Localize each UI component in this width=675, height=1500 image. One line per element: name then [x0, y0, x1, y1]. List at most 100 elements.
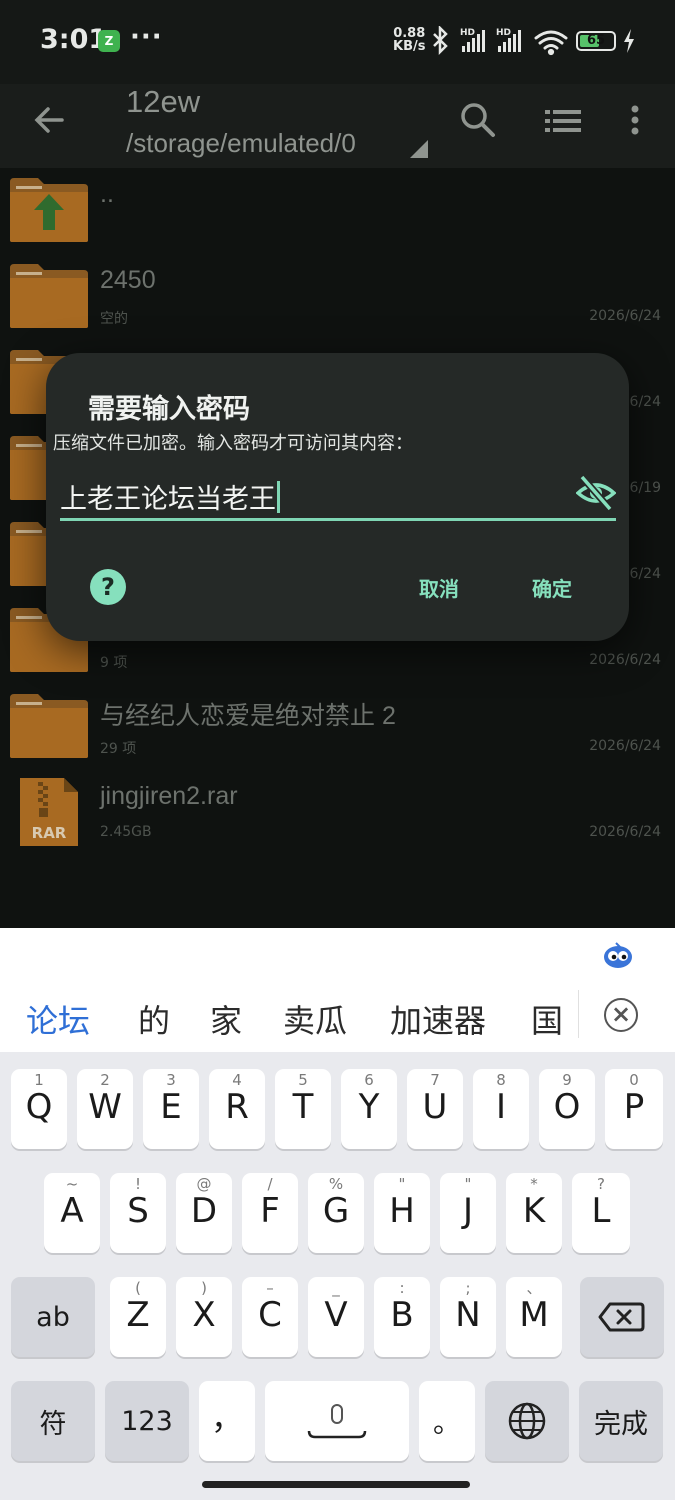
key-q[interactable]: 1Q: [11, 1069, 67, 1149]
folder-title: 12ew: [126, 84, 201, 119]
file-row[interactable]: 与经纪人恋爱是绝对禁止 2 29 项 2026/6/24: [0, 684, 675, 770]
close-candidates-icon[interactable]: ×: [604, 998, 638, 1032]
key-main: Y: [358, 1087, 380, 1127]
key-main: A: [60, 1191, 84, 1231]
search-icon[interactable]: [458, 100, 498, 140]
key-d[interactable]: @ D: [176, 1173, 232, 1253]
folder-path[interactable]: /storage/emulated/0: [126, 128, 356, 159]
candidate-word[interactable]: 国: [531, 996, 563, 1042]
candidate-word[interactable]: 加速器: [390, 996, 486, 1042]
password-dialog: 需要输入密码 压缩文件已加密。输入密码才可访问其内容： 上老王论坛当老王 ? 取…: [46, 353, 629, 641]
password-field-text[interactable]: 上老王论坛当老王: [60, 477, 280, 516]
svg-text:RAR: RAR: [32, 824, 67, 842]
key-main: K: [522, 1191, 546, 1231]
key-v[interactable]: _ V: [308, 1277, 364, 1357]
key-main: F: [260, 1191, 280, 1231]
network-speed: 0.88 KB/s: [393, 27, 425, 53]
key-h[interactable]: " H: [374, 1173, 430, 1253]
key-o[interactable]: 9O: [539, 1069, 595, 1149]
key-main: V: [324, 1295, 348, 1335]
candidate-word[interactable]: 卖瓜: [283, 996, 347, 1042]
app-notification-icon: Z: [98, 30, 120, 52]
svg-text:HD: HD: [496, 28, 511, 38]
key-z[interactable]: (Z: [110, 1277, 166, 1357]
file-name: 与经纪人恋爱是绝对禁止 2: [100, 702, 396, 730]
file-row-parent[interactable]: ..: [0, 168, 675, 254]
dialog-message: 压缩文件已加密。输入密码才可访问其内容：: [53, 433, 413, 454]
ime-mascot-icon[interactable]: [602, 940, 634, 970]
hd-signal-icon-2: HD: [496, 28, 521, 52]
key-main: I: [495, 1087, 507, 1127]
key-l[interactable]: ? L: [572, 1173, 630, 1253]
globe-icon: [508, 1402, 546, 1440]
folder-up-icon: [10, 178, 88, 242]
key-u[interactable]: 7U: [407, 1069, 463, 1149]
key-c[interactable]: – C: [242, 1277, 298, 1357]
help-button[interactable]: ?: [90, 569, 126, 605]
file-row[interactable]: 2450 空的 2026/6/24: [0, 254, 675, 340]
key-label: ab: [36, 1301, 70, 1333]
space-key[interactable]: [265, 1381, 409, 1461]
file-info: 2.45GB: [100, 824, 152, 840]
period-key[interactable]: 。: [419, 1381, 475, 1461]
key-main: S: [127, 1191, 149, 1231]
key-p[interactable]: 0P: [605, 1069, 663, 1149]
key-b[interactable]: :B: [374, 1277, 430, 1357]
candidate-word[interactable]: 家: [210, 996, 242, 1042]
file-name: jingjiren2.rar: [100, 782, 238, 810]
key-main: G: [322, 1191, 350, 1231]
key-t[interactable]: 5T: [275, 1069, 331, 1149]
key-r[interactable]: 4R: [209, 1069, 265, 1149]
key-main: O: [553, 1087, 581, 1127]
candidate-word[interactable]: 的: [138, 996, 170, 1042]
key-n[interactable]: ; N: [440, 1277, 496, 1357]
key-m[interactable]: 、 M: [506, 1277, 562, 1357]
folder-icon: [10, 264, 88, 328]
file-date: 2026/6/24: [589, 308, 661, 324]
rar-archive-icon: RAR: [20, 778, 78, 846]
key-label: 。: [432, 1406, 461, 1439]
key-a[interactable]: ~ A: [44, 1173, 100, 1253]
ime-keyboard: 论坛 的 家 卖瓜 加速器 国 × 1Q 2W 3E 4R 5T 6Y 7U 8…: [0, 928, 675, 1500]
candidate-word[interactable]: 论坛: [26, 996, 90, 1042]
key-g[interactable]: % G: [308, 1173, 364, 1253]
more-options-icon[interactable]: [620, 100, 650, 140]
list-view-icon[interactable]: [543, 102, 583, 142]
status-icons: HD HD: [433, 26, 568, 56]
symbol-key[interactable]: 符: [11, 1381, 95, 1461]
backspace-key[interactable]: [580, 1277, 664, 1357]
number-key[interactable]: 123: [105, 1381, 189, 1461]
key-area: 1Q 2W 3E 4R 5T 6Y 7U 8I 9O 0P ~ A ! S @ D /…: [0, 1052, 675, 1500]
key-i[interactable]: 8I: [473, 1069, 529, 1149]
password-value: 上老王论坛当老王: [60, 484, 276, 515]
file-row[interactable]: RAR jingjiren2.rar 2.45GB 2026/6/24: [0, 770, 675, 856]
key-j[interactable]: " J: [440, 1173, 496, 1253]
key-main: Q: [25, 1087, 53, 1127]
key-e[interactable]: 3E: [143, 1069, 199, 1149]
file-name: ..: [100, 180, 114, 208]
key-label: 符: [39, 1408, 67, 1440]
comma-key[interactable]: ，: [199, 1381, 255, 1461]
file-date: 2026/6/24: [589, 738, 661, 754]
key-main: C: [258, 1295, 282, 1335]
confirm-button[interactable]: 确定: [532, 573, 572, 602]
key-w[interactable]: 2W: [77, 1069, 133, 1149]
key-f[interactable]: / F: [242, 1173, 298, 1253]
done-key[interactable]: 完成: [579, 1381, 663, 1461]
file-date: 6/24: [629, 566, 661, 582]
case-toggle-key[interactable]: ab: [11, 1277, 95, 1357]
cancel-button[interactable]: 取消: [419, 573, 459, 602]
visibility-off-icon[interactable]: [576, 473, 616, 513]
key-y[interactable]: 6Y: [341, 1069, 397, 1149]
home-indicator[interactable]: [202, 1481, 470, 1488]
language-key[interactable]: [485, 1381, 569, 1461]
password-input[interactable]: 上老王论坛当老王: [60, 471, 616, 521]
key-x[interactable]: ) X: [176, 1277, 232, 1357]
app-bar: 12ew /storage/emulated/0: [0, 84, 675, 168]
key-main: R: [225, 1087, 249, 1127]
path-dropdown-icon[interactable]: [410, 140, 428, 158]
back-arrow-icon[interactable]: [30, 100, 70, 140]
key-k[interactable]: * K: [506, 1173, 562, 1253]
key-s[interactable]: ! S: [110, 1173, 166, 1253]
file-date: 6/19: [629, 480, 661, 496]
